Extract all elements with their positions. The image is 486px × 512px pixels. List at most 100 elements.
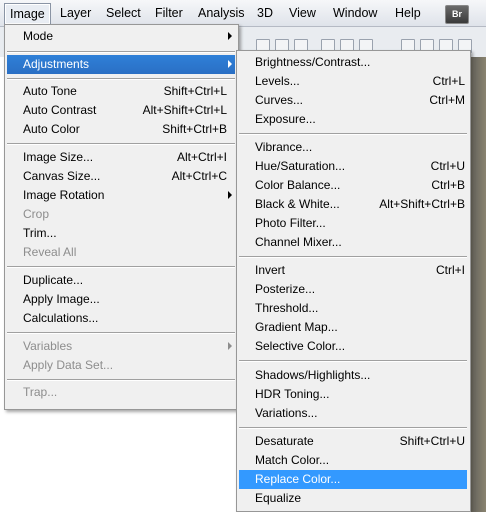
menu-item-trap[interactable]: Trap... — [7, 383, 235, 402]
menu-item-match-color[interactable]: Match Color... — [239, 451, 467, 470]
menu-item-label: Selective Color... — [255, 339, 346, 353]
adjustments-submenu: Brightness/Contrast... Levels... Ctrl+L … — [236, 50, 471, 512]
menubar-layer[interactable]: Layer — [55, 3, 96, 23]
menu-item-mode[interactable]: Mode — [7, 27, 235, 46]
menu-item-label: Brightness/Contrast... — [255, 55, 371, 69]
menu-item-label: Desaturate — [255, 434, 314, 448]
menu-item-label: Crop — [23, 207, 50, 221]
menubar-filter[interactable]: Filter — [150, 3, 188, 23]
menu-item-posterize[interactable]: Posterize... — [239, 280, 467, 299]
menu-item-label: Exposure... — [255, 112, 316, 126]
menu-item-label: Duplicate... — [23, 273, 84, 287]
menu-bar: Image Layer Select Filter Analysis 3D Vi… — [0, 0, 486, 27]
menubar-select[interactable]: Select — [101, 3, 146, 23]
shortcut-label: Shift+Ctrl+L — [163, 84, 227, 98]
menu-item-label: Vibrance... — [255, 140, 313, 154]
menubar-analysis[interactable]: Analysis — [193, 3, 250, 23]
menu-item-variations[interactable]: Variations... — [239, 404, 467, 423]
shortcut-label: Ctrl+B — [431, 178, 465, 192]
menu-item-black-white[interactable]: Black & White... Alt+Shift+Ctrl+B — [239, 195, 467, 214]
menu-item-canvas-size[interactable]: Canvas Size... Alt+Ctrl+C — [7, 167, 235, 186]
menu-item-vibrance[interactable]: Vibrance... — [239, 138, 467, 157]
menu-item-brightness-contrast[interactable]: Brightness/Contrast... — [239, 53, 467, 72]
menu-item-image-size[interactable]: Image Size... Alt+Ctrl+I — [7, 148, 235, 167]
menu-item-trim[interactable]: Trim... — [7, 224, 235, 243]
menu-item-auto-color[interactable]: Auto Color Shift+Ctrl+B — [7, 120, 235, 139]
menu-item-adjustments[interactable]: Adjustments — [7, 55, 235, 74]
menu-item-label: Curves... — [255, 93, 304, 107]
menubar-window[interactable]: Window — [328, 3, 382, 23]
menu-item-label: HDR Toning... — [255, 387, 330, 401]
menu-item-label: Invert — [255, 263, 286, 277]
menu-item-label: Photo Filter... — [255, 216, 326, 230]
shortcut-label: Ctrl+U — [430, 159, 465, 173]
menu-item-label: Match Color... — [255, 453, 330, 467]
menu-item-curves[interactable]: Curves... Ctrl+M — [239, 91, 467, 110]
shortcut-label: Alt+Ctrl+C — [171, 169, 227, 183]
menu-item-threshold[interactable]: Threshold... — [239, 299, 467, 318]
menu-separator — [7, 78, 235, 80]
menu-item-label: Adjustments — [23, 57, 90, 71]
menu-separator — [7, 143, 235, 145]
menu-item-label: Shadows/Highlights... — [255, 368, 371, 382]
submenu-arrow-icon — [228, 342, 232, 350]
menu-item-duplicate[interactable]: Duplicate... — [7, 271, 235, 290]
menu-item-hdr-toning[interactable]: HDR Toning... — [239, 385, 467, 404]
bridge-button[interactable]: Br — [445, 5, 469, 24]
menu-item-calculations[interactable]: Calculations... — [7, 309, 235, 328]
menu-separator — [7, 379, 235, 381]
menu-item-label: Trim... — [23, 226, 57, 240]
shortcut-label: Alt+Ctrl+I — [176, 150, 227, 164]
menu-item-label: Reveal All — [23, 245, 77, 259]
menu-item-equalize[interactable]: Equalize — [239, 489, 467, 508]
menu-item-gradient-map[interactable]: Gradient Map... — [239, 318, 467, 337]
menu-item-exposure[interactable]: Exposure... — [239, 110, 467, 129]
menu-item-replace-color[interactable]: Replace Color... — [239, 470, 467, 489]
menu-separator — [239, 360, 467, 362]
menubar-3d[interactable]: 3D — [252, 3, 278, 23]
menu-item-desaturate[interactable]: Desaturate Shift+Ctrl+U — [239, 432, 467, 451]
menu-item-auto-tone[interactable]: Auto Tone Shift+Ctrl+L — [7, 82, 235, 101]
menu-item-image-rotation[interactable]: Image Rotation — [7, 186, 235, 205]
menu-item-shadows-highlights[interactable]: Shadows/Highlights... — [239, 366, 467, 385]
menu-item-levels[interactable]: Levels... Ctrl+L — [239, 72, 467, 91]
menu-item-label: Channel Mixer... — [255, 235, 342, 249]
menu-separator — [239, 427, 467, 429]
menu-item-channel-mixer[interactable]: Channel Mixer... — [239, 233, 467, 252]
menu-item-label: Apply Data Set... — [23, 358, 114, 372]
menubar-image[interactable]: Image — [4, 3, 51, 25]
submenu-arrow-icon — [228, 191, 232, 199]
menu-item-label: Black & White... — [255, 197, 340, 211]
menubar-view[interactable]: View — [284, 3, 321, 23]
menu-item-label: Image Rotation — [23, 188, 105, 202]
menu-item-crop[interactable]: Crop — [7, 205, 235, 224]
shortcut-label: Ctrl+M — [429, 93, 465, 107]
menu-item-label: Calculations... — [23, 311, 99, 325]
menu-item-label: Gradient Map... — [255, 320, 338, 334]
menu-item-variables[interactable]: Variables — [7, 337, 235, 356]
menu-item-hue-saturation[interactable]: Hue/Saturation... Ctrl+U — [239, 157, 467, 176]
shortcut-label: Alt+Shift+Ctrl+L — [142, 103, 227, 117]
menu-item-label: Apply Image... — [23, 292, 100, 306]
menu-item-selective-color[interactable]: Selective Color... — [239, 337, 467, 356]
menu-item-color-balance[interactable]: Color Balance... Ctrl+B — [239, 176, 467, 195]
menu-item-apply-data-set[interactable]: Apply Data Set... — [7, 356, 235, 375]
menu-item-label: Image Size... — [23, 150, 94, 164]
menu-separator — [7, 266, 235, 268]
menu-separator — [239, 133, 467, 135]
menu-item-photo-filter[interactable]: Photo Filter... — [239, 214, 467, 233]
menu-item-apply-image[interactable]: Apply Image... — [7, 290, 235, 309]
shortcut-label: Shift+Ctrl+U — [399, 434, 465, 448]
menu-item-label: Auto Tone — [23, 84, 77, 98]
menubar-help[interactable]: Help — [390, 3, 426, 23]
menu-item-label: Variations... — [255, 406, 318, 420]
menu-item-auto-contrast[interactable]: Auto Contrast Alt+Shift+Ctrl+L — [7, 101, 235, 120]
shortcut-label: Ctrl+L — [432, 74, 465, 88]
menu-item-invert[interactable]: Invert Ctrl+I — [239, 261, 467, 280]
menu-item-label: Variables — [23, 339, 73, 353]
menu-item-label: Mode — [23, 29, 54, 43]
menu-item-label: Auto Color — [23, 122, 80, 136]
menu-separator — [7, 51, 235, 53]
menu-item-label: Auto Contrast — [23, 103, 97, 117]
menu-item-reveal-all[interactable]: Reveal All — [7, 243, 235, 262]
